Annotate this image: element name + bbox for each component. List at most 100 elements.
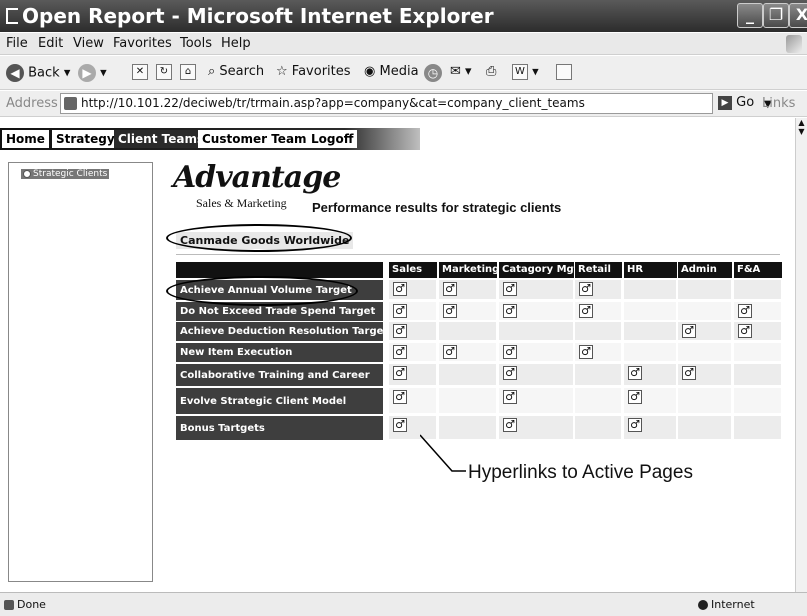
page-link-icon[interactable]: ♂	[503, 304, 517, 318]
discuss-icon	[556, 64, 572, 80]
menu-help[interactable]: Help	[221, 36, 251, 51]
matrix-cell	[624, 302, 677, 321]
matrix-cell	[575, 416, 622, 440]
page-link-icon[interactable]: ♂	[503, 345, 517, 359]
page-link-icon[interactable]: ♂	[503, 366, 517, 380]
matrix-cell	[678, 302, 732, 321]
col-header-category-mgt: Catagory Mgt.	[499, 262, 574, 278]
links-toolbar[interactable]: Links	[762, 96, 795, 111]
mail-button[interactable]: ✉ ▾	[450, 64, 472, 79]
page-link-icon[interactable]: ♂	[393, 324, 407, 338]
matrix-cell: ♂	[575, 343, 622, 362]
matrix-cell	[678, 280, 732, 300]
page-link-icon[interactable]: ♂	[738, 324, 752, 338]
search-button[interactable]: ⌕ Search	[208, 64, 264, 79]
vertical-scrollbar[interactable]: ▲ ▼	[795, 118, 807, 592]
tab-client-teams[interactable]: Client Teams	[114, 130, 209, 148]
page-link-icon[interactable]: ♂	[393, 345, 407, 359]
scroll-down-icon[interactable]: ▼	[796, 127, 807, 136]
home-button[interactable]: ⌂	[180, 64, 196, 80]
tab-home[interactable]: Home	[2, 130, 49, 148]
tab-logoff[interactable]: Logoff	[307, 130, 358, 148]
col-header-retail: Retail	[575, 262, 622, 278]
page-link-icon[interactable]: ♂	[503, 390, 517, 404]
print-button[interactable]: ⎙	[486, 64, 496, 79]
close-button[interactable]: X	[789, 3, 807, 28]
page-link-icon[interactable]: ♂	[443, 282, 457, 296]
page-icon	[64, 97, 77, 110]
page-link-icon[interactable]: ♂	[628, 390, 642, 404]
matrix-row-label: New Item Execution	[176, 343, 383, 362]
matrix-cell: ♂	[624, 388, 677, 414]
page-link-icon[interactable]: ♂	[579, 345, 593, 359]
back-button[interactable]: ◀ Back ▾	[6, 64, 70, 82]
page-link-icon[interactable]: ♂	[682, 366, 696, 380]
matrix-cell: ♂	[499, 416, 574, 440]
col-header-sales: Sales	[389, 262, 437, 278]
page-link-icon[interactable]: ♂	[682, 324, 696, 338]
tab-customer-teams[interactable]: Customer Teams	[198, 130, 318, 148]
page-link-icon[interactable]: ♂	[503, 418, 517, 432]
col-header-fa: F&A	[734, 262, 782, 278]
matrix-row-label: Evolve Strategic Client Model	[176, 388, 383, 414]
page-content: Home Strategy Client Teams Customer Team…	[0, 118, 795, 592]
page-link-icon[interactable]: ♂	[628, 366, 642, 380]
menu-edit[interactable]: Edit	[38, 36, 63, 51]
address-url: http://10.101.22/deciweb/tr/trmain.asp?a…	[81, 96, 585, 110]
page-link-icon[interactable]: ♂	[393, 282, 407, 296]
page-link-icon[interactable]: ♂	[579, 282, 593, 296]
globe-icon	[698, 600, 708, 610]
client-divider	[176, 254, 780, 255]
tree-node-icon	[23, 169, 31, 178]
page-link-icon[interactable]: ♂	[738, 304, 752, 318]
page-link-icon[interactable]: ♂	[503, 282, 517, 296]
media-button[interactable]: ◉ Media	[364, 64, 419, 79]
scroll-up-icon[interactable]: ▲	[796, 118, 807, 127]
page-link-icon[interactable]: ♂	[393, 390, 407, 404]
maximize-button[interactable]: ❐	[763, 3, 789, 28]
menu-file[interactable]: File	[6, 36, 28, 51]
matrix-cell	[439, 388, 497, 414]
minimize-button[interactable]: _	[737, 3, 763, 28]
matrix-cell	[624, 280, 677, 300]
go-button[interactable]: ▶ Go	[718, 95, 754, 110]
page-link-icon[interactable]: ♂	[393, 418, 407, 432]
page-link-icon[interactable]: ♂	[443, 345, 457, 359]
media-icon: ◉	[364, 64, 376, 79]
menu-favorites[interactable]: Favorites	[113, 36, 172, 51]
matrix-cell	[624, 343, 677, 362]
menu-view[interactable]: View	[73, 36, 104, 51]
page-link-icon[interactable]: ♂	[579, 304, 593, 318]
matrix-cell: ♂	[389, 388, 437, 414]
edit-button[interactable]: W ▾	[512, 64, 539, 80]
tab-strategy[interactable]: Strategy	[52, 130, 119, 148]
matrix-cell: ♂	[678, 322, 732, 341]
page-link-icon[interactable]: ♂	[393, 366, 407, 380]
matrix-row-label: Bonus Tartgets	[176, 416, 383, 440]
ie-app-icon	[6, 8, 18, 24]
col-header-marketing: Marketing	[439, 262, 497, 278]
matrix-cell: ♂	[439, 302, 497, 321]
page-link-icon[interactable]: ♂	[393, 304, 407, 318]
window-title: Open Report - Microsoft Internet Explore…	[22, 4, 494, 28]
forward-arrow-icon: ▶	[78, 64, 96, 82]
printer-icon: ⎙	[486, 64, 497, 79]
history-button[interactable]: ◷	[424, 64, 442, 82]
forward-button[interactable]: ▶ ▾	[78, 64, 107, 82]
security-zone: Internet	[698, 598, 755, 611]
matrix-cell	[734, 388, 782, 414]
matrix-cell: ♂	[389, 302, 437, 321]
address-input[interactable]: http://10.101.22/deciweb/tr/trmain.asp?a…	[60, 93, 772, 114]
discuss-button[interactable]	[556, 64, 572, 80]
matrix-cell	[439, 364, 497, 386]
page-link-icon[interactable]: ♂	[628, 418, 642, 432]
address-bar: Address http://10.101.22/deciweb/tr/trma…	[0, 91, 807, 117]
tree-item-strategic-clients[interactable]: Strategic Clients	[21, 169, 110, 179]
page-link-icon[interactable]: ♂	[443, 304, 457, 318]
toolbar: ◀ Back ▾ ▶ ▾ ✕ ↻ ⌂ ⌕ Search ☆ Favorites …	[0, 56, 807, 90]
stop-button[interactable]: ✕	[132, 64, 148, 80]
refresh-icon: ↻	[156, 64, 172, 80]
favorites-button[interactable]: ☆ Favorites	[276, 64, 351, 79]
menu-tools[interactable]: Tools	[180, 36, 212, 51]
refresh-button[interactable]: ↻	[156, 64, 172, 80]
